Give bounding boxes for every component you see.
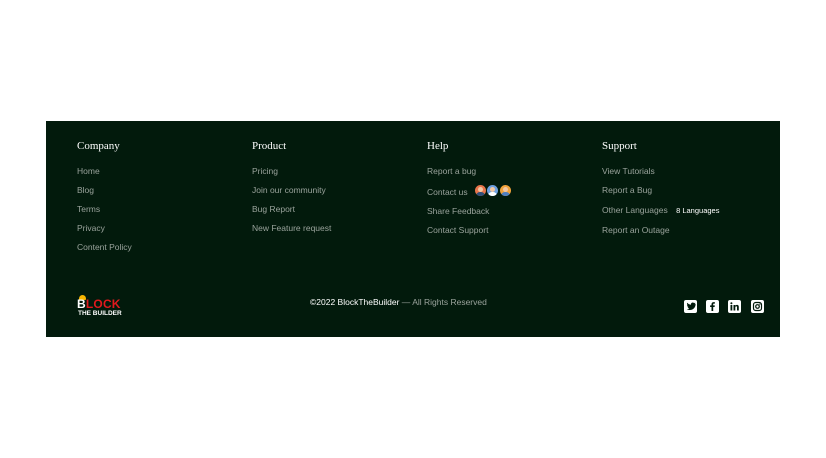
support-team-avatars (474, 184, 512, 199)
footer-link-other-languages[interactable]: Other Languages (602, 205, 668, 215)
logo-tagline: THE BUILDER (78, 310, 122, 317)
footer-link-join-community[interactable]: Join our community (252, 185, 326, 195)
footer-link-contact-support[interactable]: Contact Support (427, 225, 488, 235)
footer-link-report-a-bug[interactable]: Report a Bug (602, 185, 652, 195)
copyright-brand: ©2022 BlockTheBuilder (310, 297, 400, 307)
languages-badge: 8 Languages (676, 206, 720, 215)
footer-link-report-outage[interactable]: Report an Outage (602, 225, 670, 235)
avatar (486, 184, 500, 197)
linkedin-icon[interactable] (728, 300, 741, 313)
footer-link-content-policy[interactable]: Content Policy (77, 242, 132, 252)
column-title: Support (602, 140, 637, 152)
footer-link-contact-us[interactable]: Contact us (427, 187, 468, 197)
brand-logo[interactable]: BLOCK THE BUILDER (77, 295, 129, 317)
instagram-icon[interactable] (751, 300, 764, 313)
avatar (498, 184, 512, 197)
footer-link-pricing[interactable]: Pricing (252, 166, 278, 176)
footer-link-view-tutorials[interactable]: View Tutorials (602, 166, 655, 176)
footer-column-support: Support View Tutorials Report a Bug Othe… (602, 140, 719, 235)
logo-word-lock: LOCK (85, 297, 121, 311)
footer-link-report-bug[interactable]: Report a bug (427, 166, 476, 176)
logo-letter-b: B (77, 297, 86, 311)
footer-link-share-feedback[interactable]: Share Feedback (427, 206, 489, 216)
footer-column-help: Help Report a bug Contact us Share Feedb… (427, 140, 512, 235)
column-title: Product (252, 140, 287, 152)
footer-link-home[interactable]: Home (77, 166, 100, 176)
site-footer: Company Home Blog Terms Privacy Content … (46, 121, 780, 337)
facebook-icon[interactable] (706, 300, 719, 313)
footer-link-privacy[interactable]: Privacy (77, 223, 105, 233)
footer-column-company: Company Home Blog Terms Privacy Content … (77, 140, 132, 252)
column-title: Company (77, 140, 120, 152)
footer-link-blog[interactable]: Blog (77, 185, 94, 195)
footer-link-feature-request[interactable]: New Feature request (252, 223, 331, 233)
footer-link-terms[interactable]: Terms (77, 204, 100, 214)
twitter-icon[interactable] (684, 300, 697, 313)
column-title: Help (427, 140, 449, 152)
copyright-rights: — All Rights Reserved (399, 297, 487, 307)
footer-column-product: Product Pricing Join our community Bug R… (252, 140, 331, 233)
footer-link-bug-report[interactable]: Bug Report (252, 204, 295, 214)
avatar (474, 184, 488, 197)
copyright-text: ©2022 BlockTheBuilder — All Rights Reser… (310, 297, 487, 307)
